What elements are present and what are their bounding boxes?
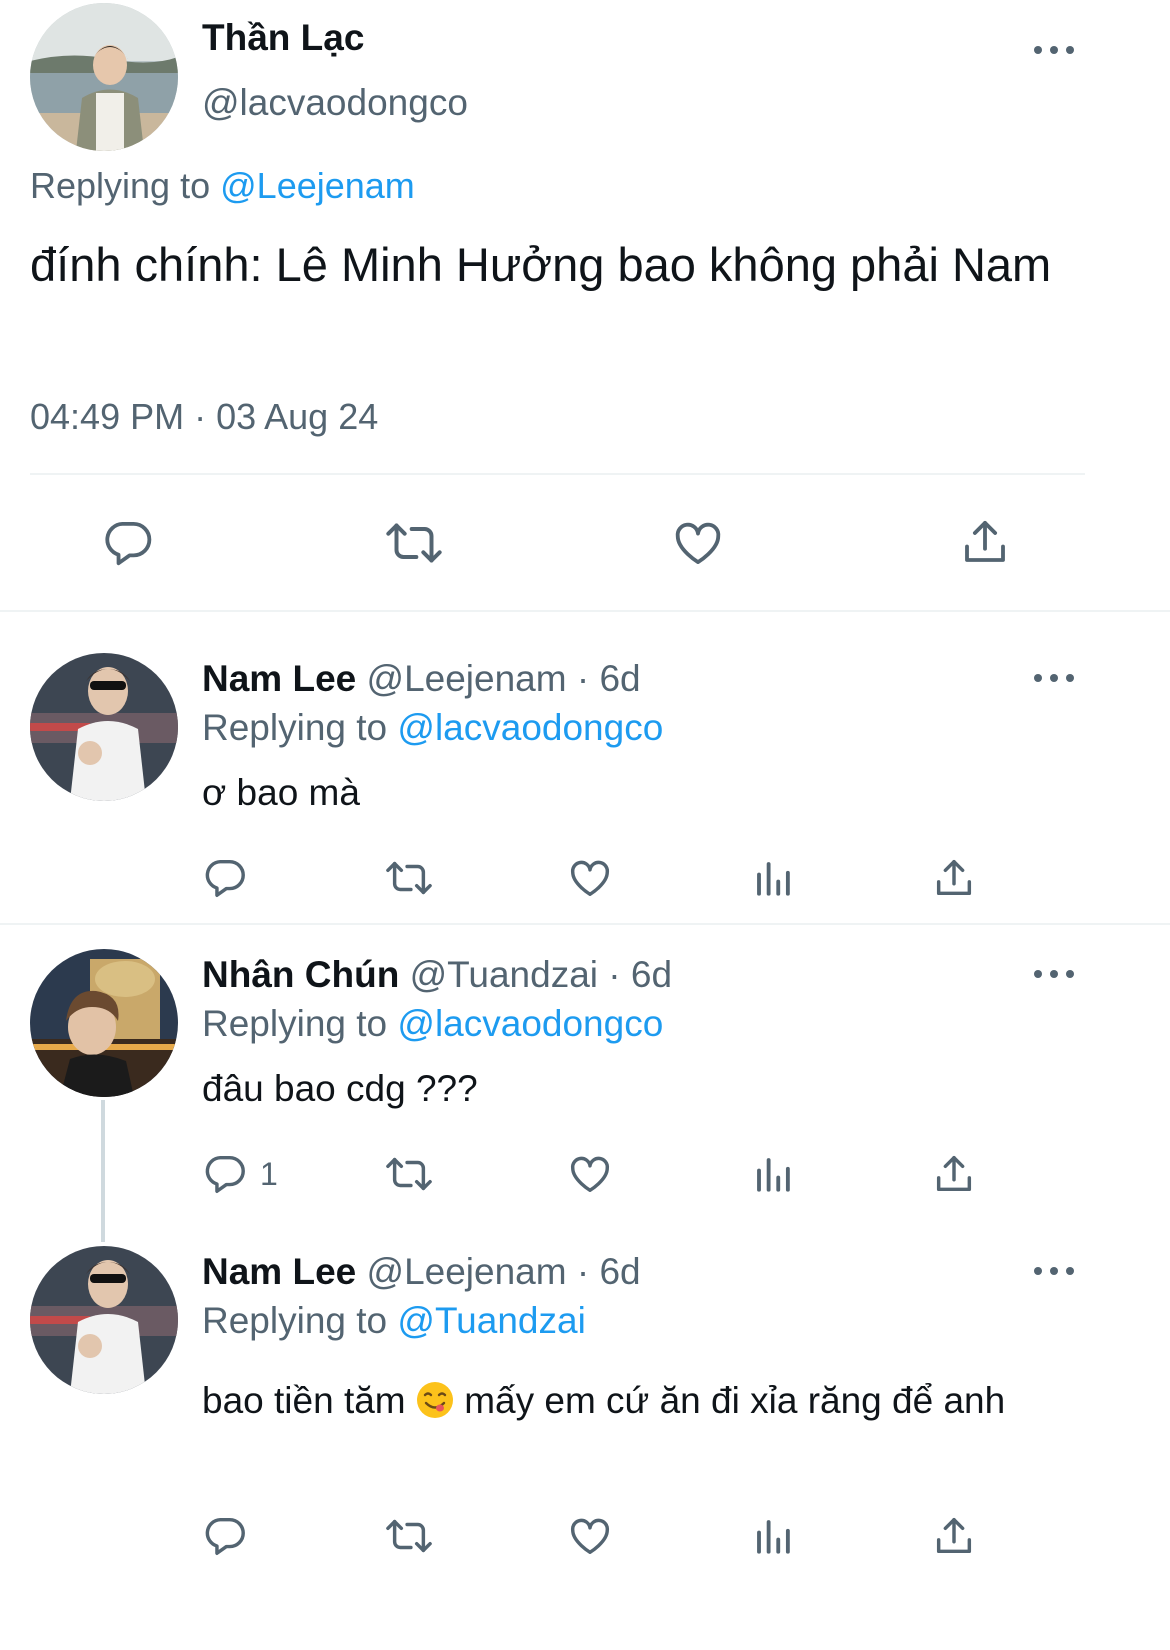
yum-emoji-icon bbox=[416, 1381, 454, 1433]
section-divider bbox=[0, 610, 1170, 612]
views-icon[interactable] bbox=[752, 855, 794, 901]
main-tweet-timestamp[interactable]: 04:49 PM · 03 Aug 24 bbox=[30, 394, 378, 440]
reply-replying-line: Replying to @Tuandzai bbox=[202, 1299, 586, 1343]
reply-handle-time[interactable]: @Leejenam · 6d bbox=[367, 1251, 641, 1292]
main-tweet-text: đính chính: Lê Minh Hưởng bao không phải… bbox=[30, 238, 1052, 291]
reply-avatar[interactable] bbox=[30, 1246, 178, 1394]
replying-to-handle-link[interactable]: @Tuandzai bbox=[397, 1300, 585, 1341]
reply-display-name[interactable]: Nam Lee bbox=[202, 1251, 356, 1292]
like-icon[interactable] bbox=[567, 1151, 613, 1197]
share-icon[interactable] bbox=[931, 1513, 977, 1559]
share-icon[interactable] bbox=[958, 514, 1012, 570]
share-icon[interactable] bbox=[931, 1151, 977, 1197]
reply-avatar[interactable] bbox=[30, 949, 178, 1097]
reply-replying-line: Replying to @lacvaodongco bbox=[202, 706, 663, 750]
reply-text-part: bao tiền tăm bbox=[202, 1380, 406, 1421]
reply-icon[interactable] bbox=[202, 855, 248, 901]
main-tweet-replying-line: Replying to @Leejenam bbox=[30, 163, 415, 209]
main-tweet-divider bbox=[30, 473, 1085, 475]
reply-avatar[interactable] bbox=[30, 653, 178, 801]
reply-header: Nam Lee @Leejenam · 6d bbox=[202, 657, 641, 701]
replying-to-label: Replying to bbox=[30, 165, 211, 206]
more-icon[interactable] bbox=[1034, 668, 1074, 688]
reply-icon[interactable] bbox=[202, 1513, 248, 1559]
replying-to-label: Replying to bbox=[202, 707, 388, 748]
like-icon[interactable] bbox=[567, 1513, 613, 1559]
replying-to-handle-link[interactable]: @lacvaodongco bbox=[397, 707, 663, 748]
main-tweet-handle[interactable]: @lacvaodongco bbox=[202, 80, 468, 126]
reply-count: 1 bbox=[260, 1156, 278, 1192]
share-icon[interactable] bbox=[931, 855, 977, 901]
reply-handle-time[interactable]: @Tuandzai · 6d bbox=[410, 954, 672, 995]
reply-display-name[interactable]: Nam Lee bbox=[202, 658, 356, 699]
reply-display-name[interactable]: Nhân Chún bbox=[202, 954, 399, 995]
more-icon[interactable] bbox=[1034, 1261, 1074, 1281]
retweet-icon[interactable] bbox=[383, 855, 435, 901]
reply-text: ơ bao mà bbox=[202, 772, 360, 813]
reply-text-part: mấy em cứ ăn đi xỉa răng để anh bbox=[464, 1380, 1006, 1421]
main-tweet-avatar[interactable] bbox=[30, 3, 178, 151]
retweet-icon[interactable] bbox=[383, 1513, 435, 1559]
reply-icon[interactable] bbox=[202, 1151, 248, 1197]
reply-header: Nam Lee @Leejenam · 6d bbox=[202, 1250, 641, 1294]
replying-to-handle-link[interactable]: @lacvaodongco bbox=[397, 1003, 663, 1044]
retweet-icon[interactable] bbox=[383, 515, 445, 571]
views-icon[interactable] bbox=[752, 1513, 794, 1559]
reply-text: đâu bao cdg ??? bbox=[202, 1068, 478, 1109]
reply-handle-time[interactable]: @Leejenam · 6d bbox=[367, 658, 641, 699]
views-icon[interactable] bbox=[752, 1151, 794, 1197]
thread-connector-line bbox=[101, 1100, 105, 1242]
replying-to-label: Replying to bbox=[202, 1003, 388, 1044]
like-icon[interactable] bbox=[670, 516, 726, 570]
more-icon[interactable] bbox=[1034, 964, 1074, 984]
reply-icon[interactable] bbox=[101, 516, 155, 570]
reply-text: bao tiền tăm mấy em cứ ăn đi xỉa răng để… bbox=[202, 1375, 1102, 1433]
replying-to-handle-link[interactable]: @Leejenam bbox=[220, 165, 415, 206]
reply-replying-line: Replying to @lacvaodongco bbox=[202, 1002, 663, 1046]
replying-to-label: Replying to bbox=[202, 1300, 388, 1341]
retweet-icon[interactable] bbox=[383, 1151, 435, 1197]
reply-header: Nhân Chún @Tuandzai · 6d bbox=[202, 953, 672, 997]
main-tweet-display-name[interactable]: Thần Lạc bbox=[202, 15, 364, 61]
more-icon[interactable] bbox=[1034, 40, 1074, 60]
like-icon[interactable] bbox=[567, 855, 613, 901]
section-divider bbox=[0, 923, 1170, 925]
